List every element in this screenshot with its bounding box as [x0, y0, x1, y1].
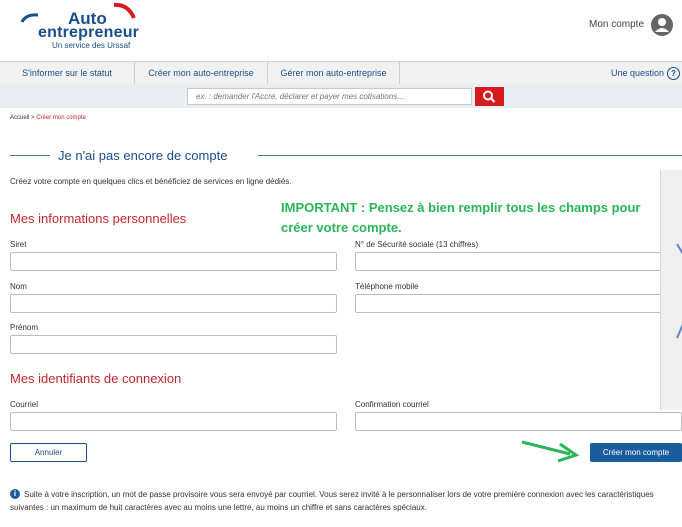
- account-link[interactable]: Mon compte: [589, 19, 644, 30]
- prenom-label: Prénom: [10, 323, 39, 332]
- nav-item-statut[interactable]: S'informer sur le statut: [0, 62, 135, 84]
- siret-label: Siret: [10, 240, 27, 249]
- logo-swoosh-blue: [20, 13, 39, 23]
- breadcrumb-home[interactable]: Accueil: [10, 115, 29, 121]
- courriel-label: Courriel: [10, 400, 39, 409]
- user-avatar-icon[interactable]: [651, 14, 673, 36]
- section-heading-login: Mes identifiants de connexion: [10, 371, 182, 386]
- telephone-field[interactable]: [355, 294, 682, 313]
- chevron-right-icon: [676, 243, 682, 339]
- courriel-field[interactable]: [10, 412, 337, 431]
- nss-field[interactable]: [355, 252, 682, 271]
- nav-question-link[interactable]: Une question?: [611, 62, 682, 84]
- section-heading-personal: Mes informations personnelles: [10, 211, 187, 226]
- breadcrumb-current: Créer mon compte: [36, 115, 86, 121]
- side-carousel-panel[interactable]: [660, 170, 682, 410]
- title-divider-right: [258, 155, 682, 156]
- logo-swoosh-red: [113, 2, 136, 19]
- search-icon: [483, 90, 496, 103]
- search-input[interactable]: [187, 88, 472, 105]
- info-icon: i: [10, 489, 20, 499]
- nom-field[interactable]: [10, 294, 337, 313]
- intro-text: Créez votre compte en quelques clics et …: [10, 177, 292, 186]
- breadcrumb: Accueil > Créer mon compte: [10, 115, 86, 121]
- green-arrow-annotation: [521, 440, 580, 463]
- logo-subtitle: Un service des Urssaf: [52, 41, 131, 50]
- info-text: Suite à votre inscription, un mot de pas…: [10, 490, 654, 512]
- nav-item-creer[interactable]: Créer mon auto-entreprise: [135, 62, 268, 84]
- title-divider-left: [10, 155, 50, 156]
- main-nav: S'informer sur le statut Créer mon auto-…: [0, 61, 682, 85]
- search-button[interactable]: [475, 87, 504, 106]
- prenom-field[interactable]: [10, 335, 337, 354]
- create-account-button[interactable]: Créer mon compte: [590, 443, 682, 462]
- page-title: Je n'ai pas encore de compte: [58, 148, 228, 163]
- nss-label: N° de Sécurité sociale (13 chiffres): [355, 240, 479, 249]
- important-annotation: IMPORTANT : Pensez à bien remplir tous l…: [281, 200, 641, 235]
- nav-question-label: Une question: [610, 68, 664, 78]
- telephone-label: Téléphone mobile: [355, 282, 419, 291]
- nom-label: Nom: [10, 282, 27, 291]
- logo-text-entrepreneur[interactable]: entrepreneur: [38, 24, 139, 42]
- confirmation-field[interactable]: [355, 412, 682, 431]
- nav-item-gerer[interactable]: Gérer mon auto-entreprise: [268, 62, 400, 84]
- cancel-button[interactable]: Annuler: [10, 443, 87, 462]
- question-mark-icon: ?: [667, 67, 680, 80]
- confirmation-label: Confirmation courriel: [355, 400, 429, 409]
- siret-field[interactable]: [10, 252, 337, 271]
